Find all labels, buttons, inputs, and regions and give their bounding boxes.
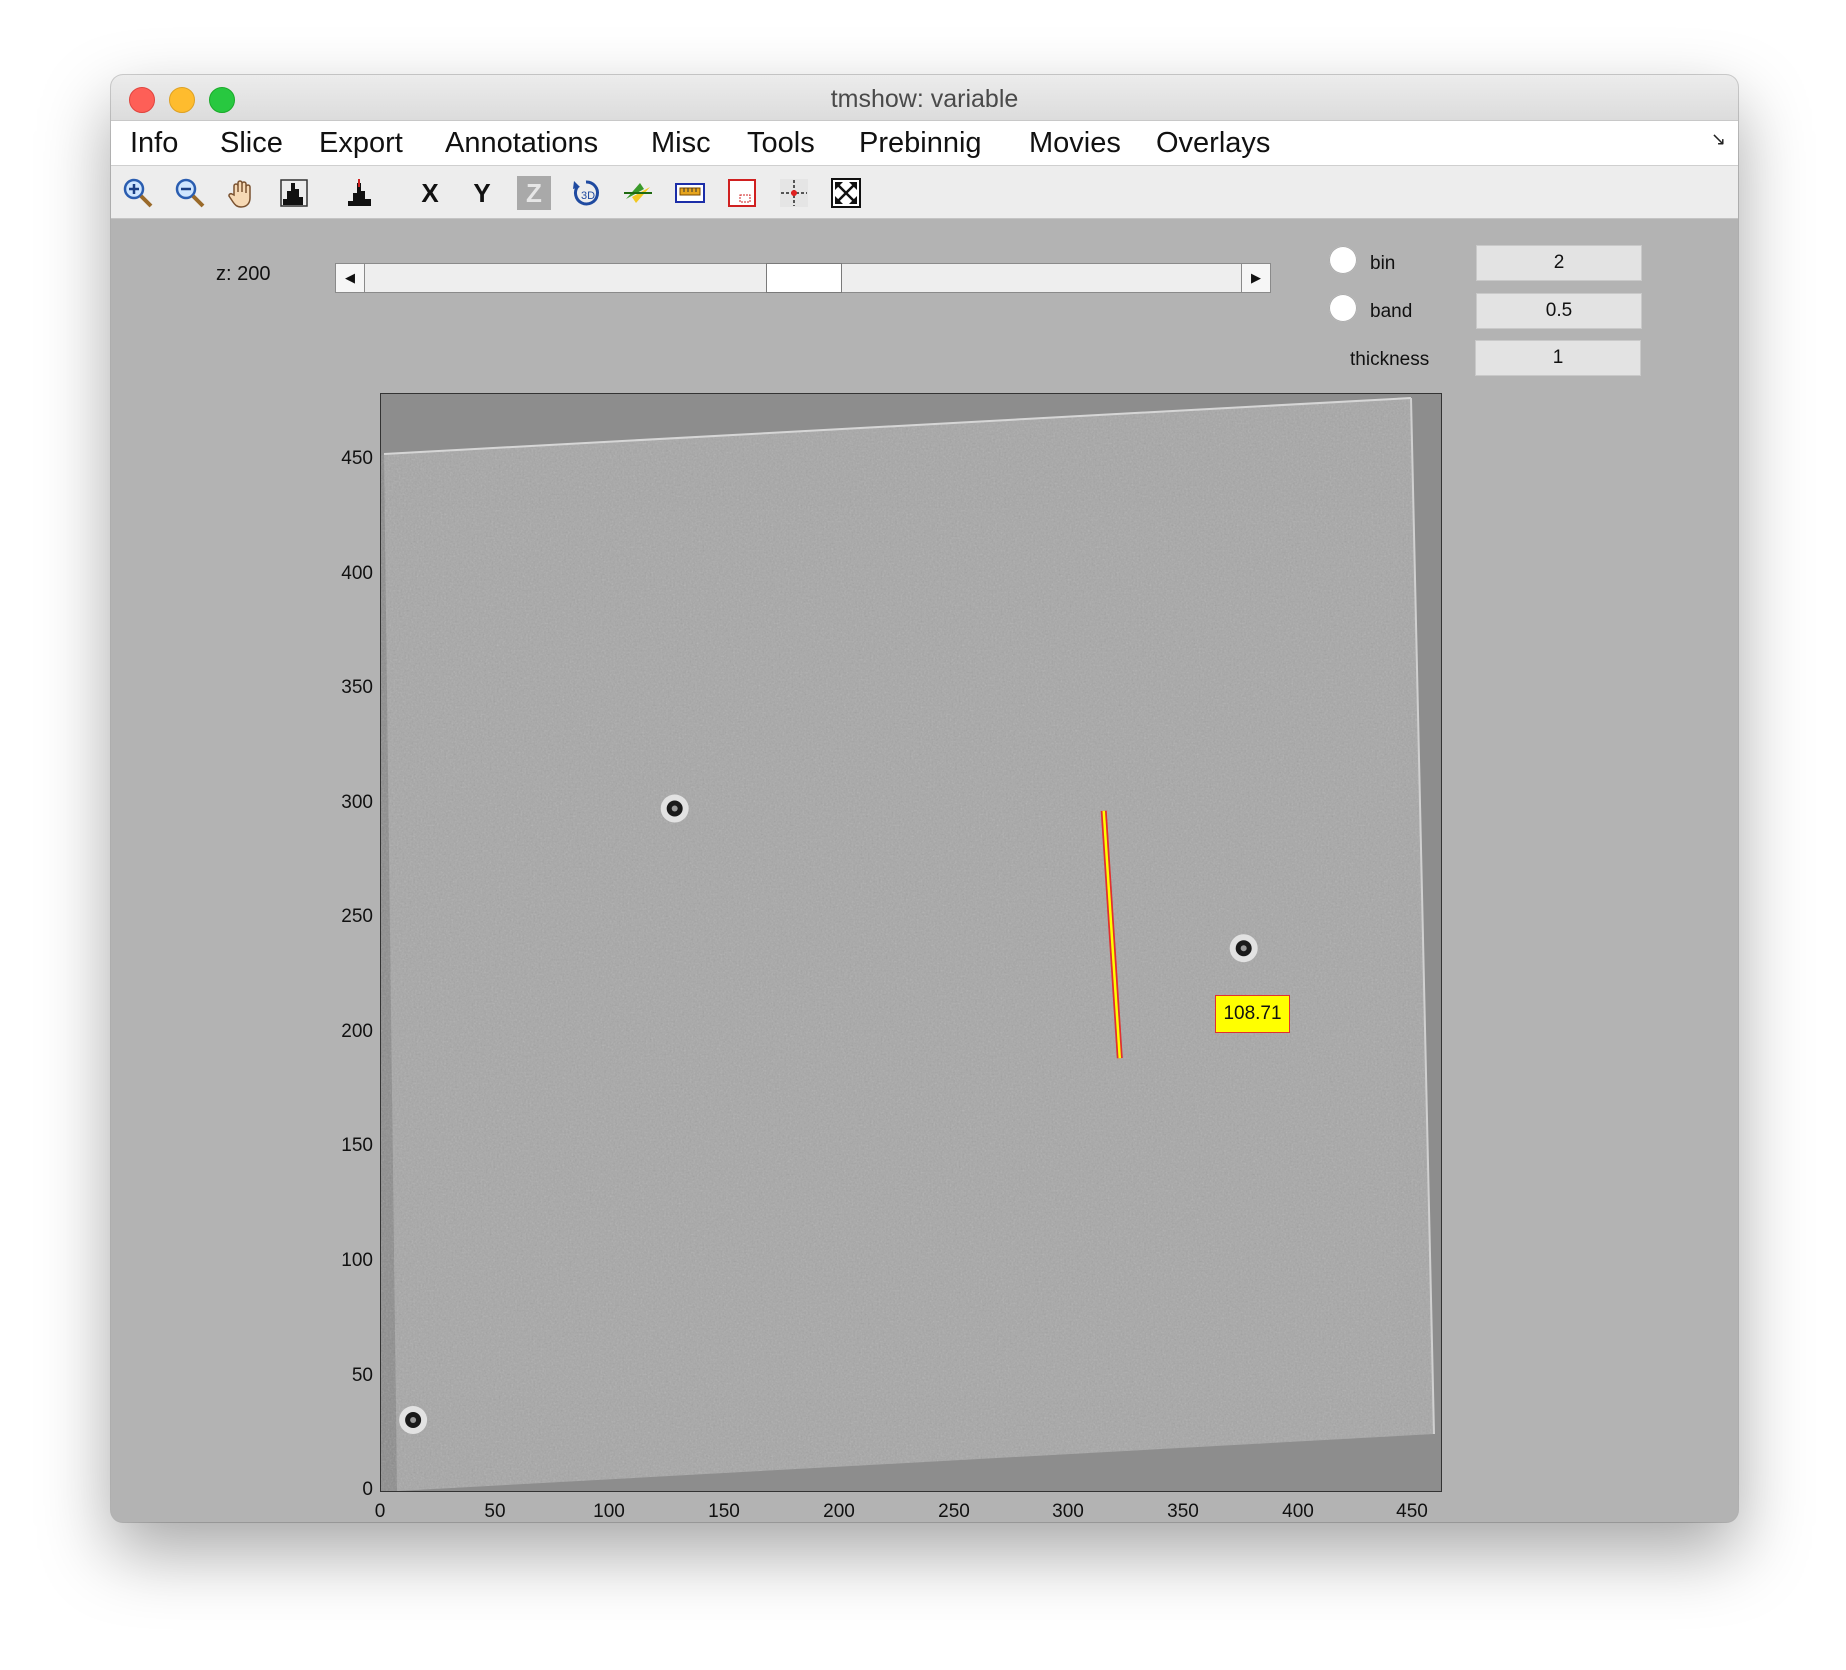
y-tick-label: 350 [341,677,373,698]
x-tick-label: 100 [593,1501,625,1522]
zoom-out-icon[interactable] [173,176,207,210]
tomogram-slice-image[interactable] [381,394,1441,1491]
x-tick-label: 250 [938,1501,970,1522]
slider-right-arrow-icon[interactable]: ▶ [1241,264,1270,292]
title-bar[interactable]: tmshow: variable [111,75,1738,121]
slider-left-arrow-icon[interactable]: ◀ [336,264,365,292]
slice-z-button[interactable]: Z [517,176,551,210]
menu-misc[interactable]: Misc [651,127,711,160]
flip-icon[interactable] [621,176,655,210]
window-title: tmshow: variable [830,85,1019,113]
slice-y-button[interactable]: Y [465,176,499,210]
band-radio[interactable] [1329,294,1357,322]
histogram-icon[interactable] [277,176,311,210]
y-tick-label: 300 [341,792,373,813]
x-tick-label: 150 [708,1501,740,1522]
rotate-icon[interactable]: 3D [569,176,603,210]
x-tick-label: 450 [1396,1501,1428,1522]
y-tick-label: 100 [341,1250,373,1271]
measurement-label: 108.71 [1215,995,1290,1033]
svg-text:3D: 3D [581,190,595,202]
x-tick-label: 350 [1167,1501,1199,1522]
menu-info[interactable]: Info [130,127,178,160]
x-tick-label: 400 [1282,1501,1314,1522]
band-field[interactable]: 0.5 [1476,293,1642,329]
thickness-field[interactable]: 1 [1475,340,1641,376]
zoom-in-icon[interactable] [121,176,155,210]
thickness-label: thickness [1350,349,1430,370]
toolbar: X Y Z 3D [111,166,1738,219]
x-tick-label: 200 [823,1501,855,1522]
menu-export[interactable]: Export [319,127,403,160]
fiducial-marker [660,794,689,823]
menu-slice[interactable]: Slice [220,127,283,160]
x-tick-label: 300 [1052,1501,1084,1522]
image-view[interactable] [380,393,1442,1492]
x-tick-label: 50 [484,1501,506,1522]
slider-thumb[interactable] [766,263,842,293]
app-window: tmshow: variable Info Slice Export Annot… [111,75,1738,1522]
slice-z-label: z: 200 [216,263,271,285]
histogram-alt-icon[interactable] [343,176,377,210]
slice-z-value: 200 [237,263,271,285]
roi-box-icon[interactable] [725,176,759,210]
y-tick-label: 200 [341,1021,373,1042]
bin-radio[interactable] [1329,246,1357,274]
bin-field[interactable]: 2 [1476,245,1642,281]
x-tick-label: 0 [374,1501,386,1522]
menu-annotations[interactable]: Annotations [445,127,598,160]
y-tick-label: 50 [351,1365,373,1386]
menu-prebinnig[interactable]: Prebinnig [859,127,982,160]
z-slice-slider[interactable]: ◀ ▶ [335,263,1271,293]
menu-bar: Info Slice Export Annotations Misc Tools… [111,121,1738,166]
slice-x-button[interactable]: X [413,176,447,210]
y-tick-label: 250 [341,906,373,927]
menu-overlays[interactable]: Overlays [1156,127,1270,160]
fullscreen-icon[interactable] [829,176,863,210]
pan-hand-icon[interactable] [225,176,259,210]
fiducial-marker [399,1406,428,1435]
fiducial-marker [1229,934,1258,963]
menu-tools[interactable]: Tools [747,127,815,160]
menu-overflow-arrow-icon[interactable]: ↘ [1711,129,1726,150]
crosshair-icon[interactable] [777,176,811,210]
menu-movies[interactable]: Movies [1029,127,1121,160]
bin-label: bin [1370,253,1396,274]
band-label: band [1370,301,1413,322]
ruler-icon[interactable] [673,176,707,210]
y-tick-label: 400 [341,563,373,584]
y-tick-label: 450 [341,448,373,469]
y-tick-label: 150 [341,1135,373,1156]
y-tick-label: 0 [362,1479,373,1500]
